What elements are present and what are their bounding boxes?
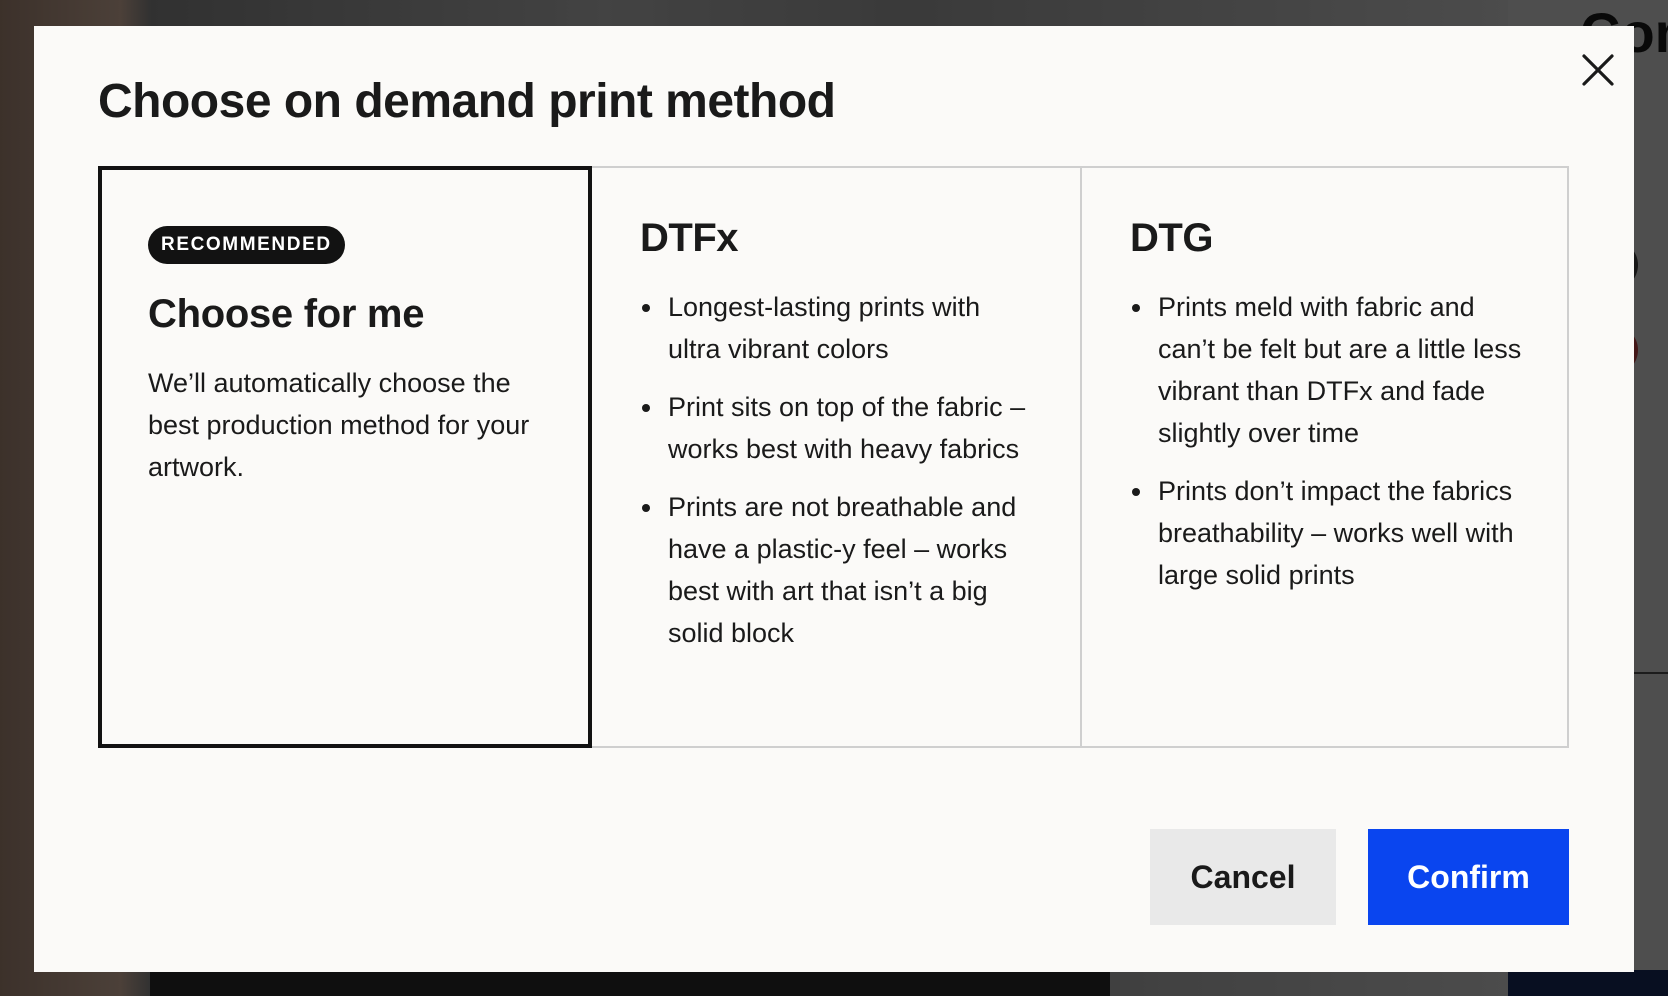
dialog-title: Choose on demand print method <box>98 75 836 128</box>
option-description: We’ll automatically choose the best prod… <box>148 368 530 482</box>
option-feature-list: Prints meld with fabric and can’t be fel… <box>1130 286 1527 596</box>
print-method-dialog: Choose on demand print method RECOMMENDE… <box>34 26 1634 972</box>
recommended-badge: RECOMMENDED <box>148 226 345 264</box>
close-icon <box>1582 54 1614 86</box>
list-item: Print sits on top of the fabric – works … <box>640 386 1040 470</box>
list-item: Prints are not breathable and have a pla… <box>640 486 1040 654</box>
cancel-button[interactable]: Cancel <box>1150 829 1336 925</box>
close-button[interactable] <box>1575 47 1621 93</box>
option-title: Choose for me <box>148 292 425 336</box>
option-title: DTFx <box>640 216 739 260</box>
list-item: Prints meld with fabric and can’t be fel… <box>1130 286 1527 454</box>
option-choose-for-me[interactable]: RECOMMENDED Choose for me We’ll automati… <box>98 166 592 748</box>
option-title: DTG <box>1130 216 1213 260</box>
list-item: Prints don’t impact the fabrics breathab… <box>1130 470 1527 596</box>
option-dtg[interactable]: DTG Prints meld with fabric and can’t be… <box>1082 166 1569 748</box>
option-dtfx[interactable]: DTFx Longest-lasting prints with ultra v… <box>592 166 1082 748</box>
print-method-options: RECOMMENDED Choose for me We’ll automati… <box>98 166 1569 748</box>
option-feature-list: Longest-lasting prints with ultra vibran… <box>640 286 1040 654</box>
list-item: Longest-lasting prints with ultra vibran… <box>640 286 1040 370</box>
confirm-button[interactable]: Confirm <box>1368 829 1569 925</box>
